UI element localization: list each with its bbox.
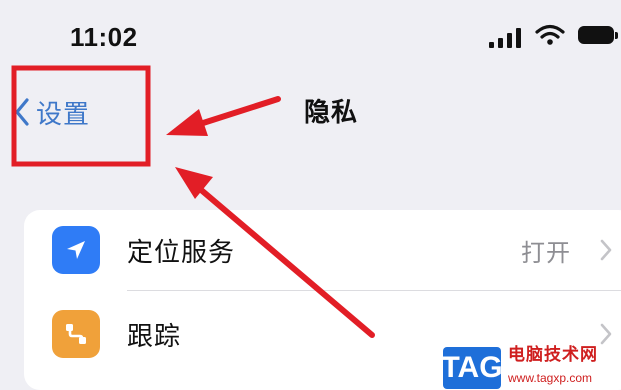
watermark-url: www.tagxp.com bbox=[508, 371, 593, 385]
row-divider bbox=[127, 290, 621, 291]
tracking-icon bbox=[52, 310, 100, 358]
chevron-right-icon bbox=[600, 239, 612, 261]
back-button-label: 设置 bbox=[36, 99, 91, 130]
watermark-site-name: 电脑技术网 bbox=[508, 345, 598, 365]
watermark-logo: TAG bbox=[441, 347, 503, 389]
list-item-value: 打开 bbox=[521, 238, 571, 267]
chevron-left-icon bbox=[15, 98, 29, 126]
arrow-icon bbox=[166, 96, 281, 136]
cellular-signal-icon bbox=[489, 28, 523, 48]
list-item-location-services[interactable]: 定位服务 打开 bbox=[24, 210, 621, 290]
wifi-icon bbox=[535, 24, 565, 45]
battery-icon bbox=[578, 26, 620, 46]
location-arrow-icon bbox=[52, 226, 100, 274]
back-button[interactable]: 设置 bbox=[12, 90, 90, 134]
list-item-label: 定位服务 bbox=[127, 237, 236, 268]
page-title: 隐私 bbox=[304, 98, 359, 128]
list-item-label: 跟踪 bbox=[127, 321, 182, 352]
status-time: 11:02 bbox=[70, 22, 138, 52]
chevron-right-icon bbox=[600, 323, 612, 345]
